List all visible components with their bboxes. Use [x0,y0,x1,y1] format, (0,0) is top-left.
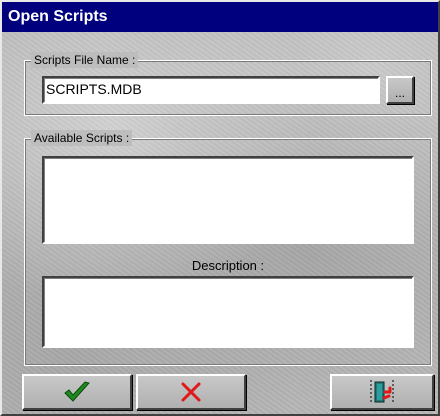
ok-button[interactable] [22,374,132,410]
cancel-button[interactable] [136,374,246,410]
title-bar: Open Scripts [2,2,438,32]
browse-button[interactable]: ... [386,76,414,104]
exit-button[interactable] [330,374,434,410]
checkmark-icon [64,381,90,402]
scripts-file-input[interactable]: SCRIPTS.MDB [42,76,380,104]
description-box [42,276,414,348]
available-scripts-list[interactable] [42,156,414,244]
open-scripts-dialog: Open Scripts Scripts File Name : SCRIPTS… [0,0,440,416]
exit-door-icon [370,380,394,404]
x-icon [181,382,201,402]
scripts-file-group-label: Scripts File Name : [31,52,139,68]
browse-button-label: ... [394,86,405,100]
available-scripts-group-label: Available Scripts : [31,130,133,146]
description-label: Description : [191,258,265,273]
